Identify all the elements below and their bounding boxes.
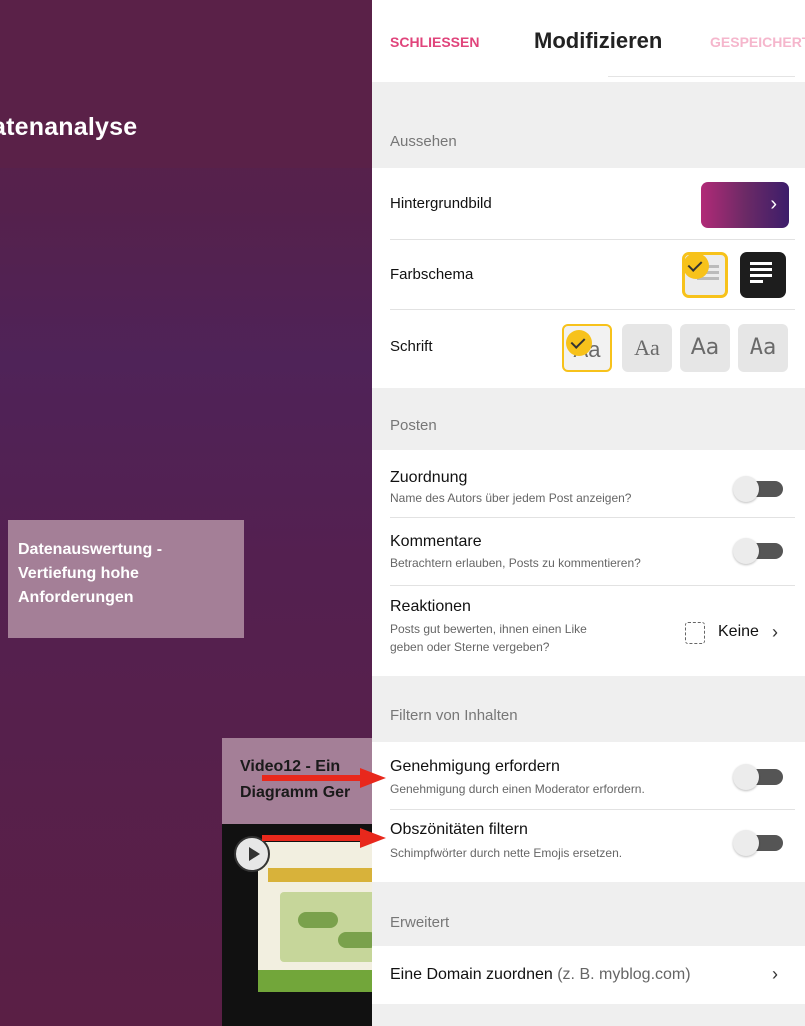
color-scheme-light-option[interactable]	[682, 252, 728, 298]
posting-group: Zuordnung Name des Autors über jedem Pos…	[372, 450, 805, 676]
reaction-none-icon	[685, 622, 705, 644]
chevron-right-icon: ›	[770, 193, 777, 215]
post-card-title-line: Vertiefung hohe	[18, 565, 139, 582]
font-option-4[interactable]: Aa	[738, 324, 788, 372]
divider	[608, 70, 795, 77]
text-lines-icon	[750, 262, 772, 286]
reactions-title: Reaktionen	[390, 598, 471, 615]
video-player[interactable]	[222, 824, 372, 1026]
profanity-filter-row: Obszönitäten filtern Schimpfwörter durch…	[372, 810, 805, 882]
attribution-row: Zuordnung Name des Autors über jedem Pos…	[372, 450, 805, 518]
reactions-value: Keine	[718, 623, 759, 640]
font-sample: Aa	[634, 335, 660, 360]
approval-title: Genehmigung erfordern	[390, 758, 560, 775]
comments-toggle[interactable]	[733, 538, 783, 564]
profanity-filter-title: Obszönitäten filtern	[390, 821, 528, 838]
domain-title: Eine Domain zuordnen (z. B. myblog.com)	[390, 966, 691, 984]
chevron-right-icon: ›	[772, 964, 778, 984]
approval-toggle[interactable]	[733, 764, 783, 790]
close-button[interactable]: SCHLIESSEN	[390, 34, 479, 50]
content-filter-group: Genehmigung erfordern Genehmigung durch …	[372, 742, 805, 882]
profanity-filter-toggle[interactable]	[733, 830, 783, 856]
check-icon	[683, 253, 709, 279]
appearance-group: Hintergrundbild › Farbschema Schrift Aa …	[372, 168, 805, 388]
font-row: Schrift Aa Aa Aa Aa	[372, 310, 805, 388]
attribution-title: Zuordnung	[390, 469, 468, 486]
domain-row[interactable]: Eine Domain zuordnen (z. B. myblog.com) …	[372, 946, 805, 1004]
board-header	[0, 0, 372, 168]
wallpaper-thumbnail[interactable]: ›	[701, 182, 789, 228]
post-card-title-line: Datenauswertung -	[18, 541, 163, 558]
saved-status-button[interactable]: GESPEICHERT	[710, 34, 805, 50]
profanity-filter-description: Schimpfwörter durch nette Emojis ersetze…	[390, 846, 623, 860]
video-thumbnail	[258, 842, 372, 992]
wallpaper-row[interactable]: Hintergrundbild ›	[372, 168, 805, 240]
padlet-board-background: atenanalyse Datenauswertung - Vertiefung…	[0, 0, 372, 1026]
comments-description: Betrachtern erlauben, Posts zu kommentie…	[390, 556, 641, 570]
approval-description: Genehmigung durch einen Moderator erford…	[390, 782, 645, 796]
approval-row: Genehmigung erfordern Genehmigung durch …	[372, 742, 805, 810]
section-heading-advanced: Erweitert	[390, 914, 450, 931]
panel-title: Modifizieren	[534, 28, 663, 53]
domain-hint: (z. B. myblog.com)	[557, 966, 691, 983]
post-card[interactable]: Datenauswertung - Vertiefung hohe Anford…	[8, 520, 244, 638]
reactions-row[interactable]: Reaktionen Posts gut bewerten, ihnen ein…	[372, 586, 805, 676]
section-heading-posting: Posten	[390, 417, 437, 434]
advanced-group: Eine Domain zuordnen (z. B. myblog.com) …	[372, 946, 805, 1004]
font-option-3[interactable]: Aa	[680, 324, 730, 372]
settings-panel: SCHLIESSEN Modifizieren GESPEICHERT Auss…	[372, 0, 805, 1026]
font-option-2[interactable]: Aa	[622, 324, 672, 372]
reactions-description-line: Posts gut bewerten, ihnen einen Like	[390, 622, 587, 636]
color-scheme-label: Farbschema	[390, 266, 474, 283]
wallpaper-label: Hintergrundbild	[390, 195, 492, 212]
font-sample: Aa	[690, 335, 720, 360]
attribution-toggle[interactable]	[733, 476, 783, 502]
font-label: Schrift	[390, 338, 433, 355]
font-option-1[interactable]: Aa	[562, 324, 612, 372]
comments-title: Kommentare	[390, 533, 482, 550]
post-card-title-line: Anforderungen	[18, 589, 134, 606]
section-heading-appearance: Aussehen	[390, 133, 457, 150]
panel-topbar: SCHLIESSEN Modifizieren GESPEICHERT	[372, 0, 805, 82]
color-scheme-dark-option[interactable]	[740, 252, 786, 298]
color-scheme-row: Farbschema	[372, 240, 805, 310]
section-heading-content-filter: Filtern von Inhalten	[390, 707, 518, 724]
chevron-right-icon: ›	[772, 622, 778, 642]
check-icon	[566, 330, 592, 356]
domain-title-text: Eine Domain zuordnen	[390, 966, 553, 983]
font-sample: Aa	[749, 335, 777, 360]
board-title: atenanalyse	[0, 113, 138, 141]
reactions-description-line: geben oder Sterne vergeben?	[390, 640, 550, 654]
annotation-arrow	[262, 828, 392, 848]
attribution-description: Name des Autors über jedem Post anzeigen…	[390, 491, 632, 505]
annotation-arrow	[262, 768, 392, 788]
comments-row: Kommentare Betrachtern erlauben, Posts z…	[372, 518, 805, 586]
